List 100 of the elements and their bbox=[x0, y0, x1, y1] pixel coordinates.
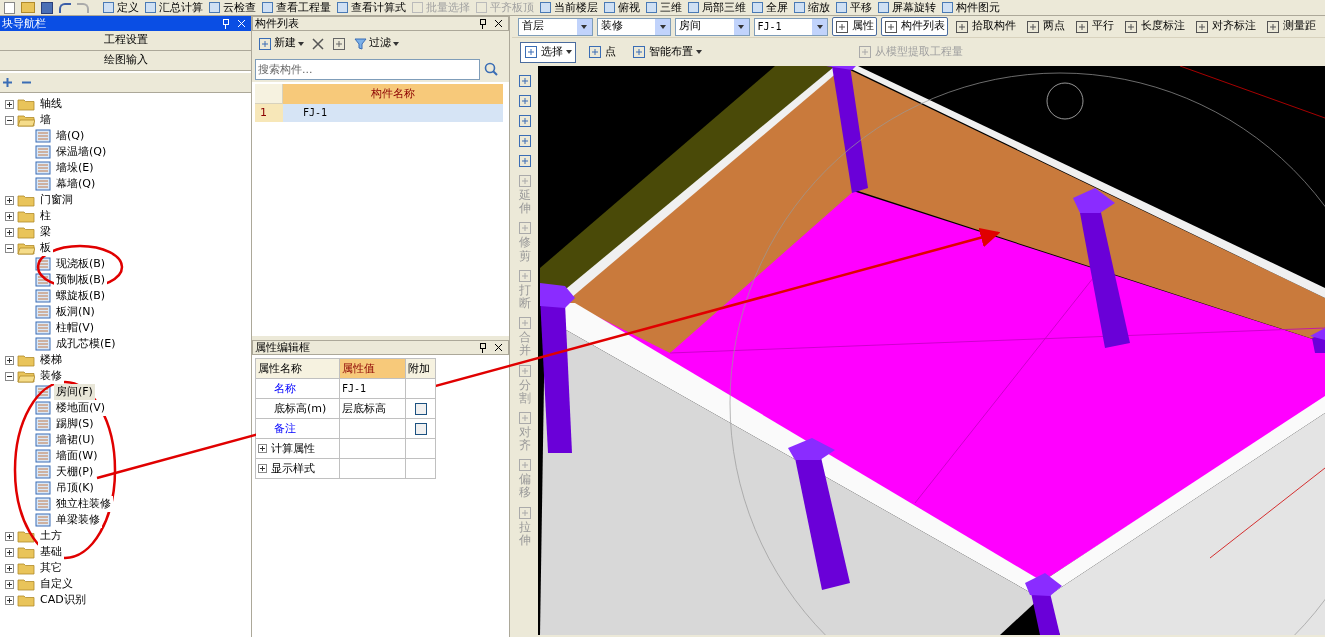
toolbar-button[interactable]: 俯视 bbox=[604, 2, 640, 13]
filter-button[interactable]: 过滤 bbox=[354, 35, 399, 52]
property-value[interactable]: FJ-1 bbox=[340, 379, 406, 399]
tree-item[interactable]: 土方 bbox=[38, 527, 64, 545]
search-icon[interactable] bbox=[483, 61, 499, 77]
toolbar-button[interactable]: 缩放 bbox=[794, 2, 830, 13]
toolbar-button[interactable]: 定义 bbox=[103, 2, 139, 13]
tool-icon bbox=[1124, 19, 1138, 34]
new-button[interactable]: 新建 bbox=[258, 35, 304, 52]
pin-icon[interactable] bbox=[222, 18, 229, 29]
table-row[interactable]: 1 FJ-1 bbox=[255, 104, 503, 122]
section-button[interactable]: 绘图输入 bbox=[0, 51, 251, 71]
collapse-toggle-icon[interactable] bbox=[5, 371, 14, 381]
close-icon[interactable] bbox=[494, 343, 503, 352]
collapse-toggle-icon[interactable] bbox=[5, 243, 14, 253]
toolbar-button[interactable]: 屏幕旋转 bbox=[878, 2, 936, 13]
column-header: 属性名称 bbox=[256, 359, 340, 379]
property-group[interactable]: 计算属性 bbox=[271, 439, 315, 458]
collapse-toggle-icon[interactable] bbox=[5, 115, 14, 125]
toolbar-button[interactable]: 当前楼层 bbox=[540, 2, 598, 13]
search-field[interactable]: 搜索构件... bbox=[255, 58, 480, 80]
checkbox[interactable] bbox=[414, 422, 427, 435]
property-name: 底标高(m) bbox=[256, 399, 340, 419]
dropdown[interactable]: FJ-1 bbox=[753, 17, 828, 36]
caret-icon bbox=[581, 24, 587, 29]
tool-icon bbox=[518, 316, 532, 331]
expand-toggle-icon[interactable] bbox=[5, 195, 14, 205]
new-file-icon[interactable] bbox=[4, 1, 15, 14]
panel-title: 属性编辑框 bbox=[255, 342, 310, 353]
tool-icon bbox=[955, 19, 969, 34]
toolbar-button[interactable]: 长度标注 bbox=[1121, 17, 1188, 36]
undo-icon[interactable] bbox=[59, 2, 71, 13]
toolbar-button[interactable]: 汇总计算 bbox=[145, 2, 203, 13]
panel-title: 构件列表 bbox=[255, 18, 299, 29]
column-header[interactable]: 构件名称 bbox=[283, 84, 503, 104]
toolbar-button[interactable]: 测量距 bbox=[1263, 17, 1319, 36]
dropdown[interactable]: 装修 bbox=[596, 17, 671, 36]
expand-toggle-icon[interactable] bbox=[5, 211, 14, 221]
toolbar-button[interactable]: 对齐标注 bbox=[1192, 17, 1259, 36]
caret-icon bbox=[659, 24, 666, 29]
caret-icon bbox=[393, 41, 399, 46]
tool-icon bbox=[835, 19, 849, 34]
checkbox[interactable] bbox=[414, 402, 427, 415]
toolbar-button[interactable]: 平行 bbox=[1072, 17, 1117, 36]
tool-icon bbox=[1195, 19, 1209, 34]
save-icon[interactable] bbox=[41, 1, 53, 14]
expand-toggle-icon[interactable] bbox=[5, 99, 14, 109]
section-button[interactable]: 工程设置 bbox=[0, 31, 251, 51]
component-icon bbox=[35, 497, 51, 511]
toolbar-button[interactable]: 构件列表 bbox=[881, 17, 948, 36]
toolbar-button[interactable]: 选择 bbox=[520, 41, 576, 63]
toolbar-button[interactable]: 拾取构件 bbox=[952, 17, 1019, 36]
close-icon[interactable] bbox=[494, 19, 503, 28]
toolbar-button[interactable]: 全屏 bbox=[752, 2, 788, 13]
caret-icon bbox=[696, 50, 702, 54]
toolbar-button[interactable]: 三维 bbox=[646, 2, 682, 13]
tool-icon bbox=[518, 410, 532, 425]
toolbar-button[interactable]: 属性 bbox=[832, 17, 877, 36]
toolbar-button[interactable]: 局部三维 bbox=[688, 2, 746, 13]
tool-icon bbox=[518, 221, 532, 236]
folder-icon bbox=[17, 225, 35, 239]
pin-icon[interactable] bbox=[479, 342, 486, 353]
open-folder-icon bbox=[17, 369, 35, 383]
toolbar-button[interactable]: 构件图元 bbox=[942, 2, 1000, 13]
dropdown[interactable]: 首层 bbox=[518, 17, 593, 36]
caret-icon bbox=[566, 50, 572, 54]
toolbar-button[interactable]: 云检查 bbox=[209, 2, 256, 13]
tree-item[interactable]: 房间(F) bbox=[54, 383, 95, 401]
component-icon bbox=[35, 321, 51, 335]
component-icon bbox=[35, 305, 51, 319]
row-number: 1 bbox=[255, 104, 283, 122]
expand-all-icon[interactable] bbox=[2, 77, 13, 88]
expand-toggle-icon[interactable] bbox=[5, 579, 14, 589]
column-drawing bbox=[1310, 328, 1325, 353]
pin-icon[interactable] bbox=[479, 18, 486, 29]
expand-toggle-icon[interactable] bbox=[5, 563, 14, 573]
expand-toggle-icon[interactable] bbox=[5, 547, 14, 557]
expand-toggle-icon[interactable] bbox=[5, 531, 14, 541]
expand-toggle-icon[interactable] bbox=[5, 355, 14, 365]
dropdown[interactable]: 房间 bbox=[675, 17, 750, 36]
caret-icon bbox=[738, 24, 744, 29]
expand-toggle-icon[interactable] bbox=[5, 595, 14, 605]
tree-item[interactable]: 楼地面(V) bbox=[54, 399, 108, 417]
property-value[interactable]: 层底标高 bbox=[340, 399, 406, 419]
column-header: 属性值 bbox=[340, 359, 406, 379]
toolbar-button[interactable]: 两点 bbox=[1023, 17, 1068, 36]
expand-toggle-icon[interactable] bbox=[5, 227, 14, 237]
toolbar-button[interactable]: 点 bbox=[584, 41, 620, 63]
column-header: 附加 bbox=[406, 359, 436, 379]
toolbar-button[interactable]: 查看工程量 bbox=[262, 2, 331, 13]
toolbar-button[interactable]: 智能布置 bbox=[628, 41, 706, 63]
component-icon bbox=[35, 161, 51, 175]
component-icon bbox=[35, 177, 51, 191]
tree-item[interactable]: 独立柱装修 bbox=[54, 495, 113, 513]
expand-toggle-icon[interactable] bbox=[258, 464, 267, 473]
delete-icon[interactable] bbox=[312, 37, 324, 50]
property-group[interactable]: 显示样式 bbox=[271, 459, 315, 478]
toolbar-button[interactable]: 查看计算式 bbox=[337, 2, 406, 13]
expand-toggle-icon[interactable] bbox=[258, 444, 267, 453]
toolbar-button[interactable]: 平移 bbox=[836, 2, 872, 13]
